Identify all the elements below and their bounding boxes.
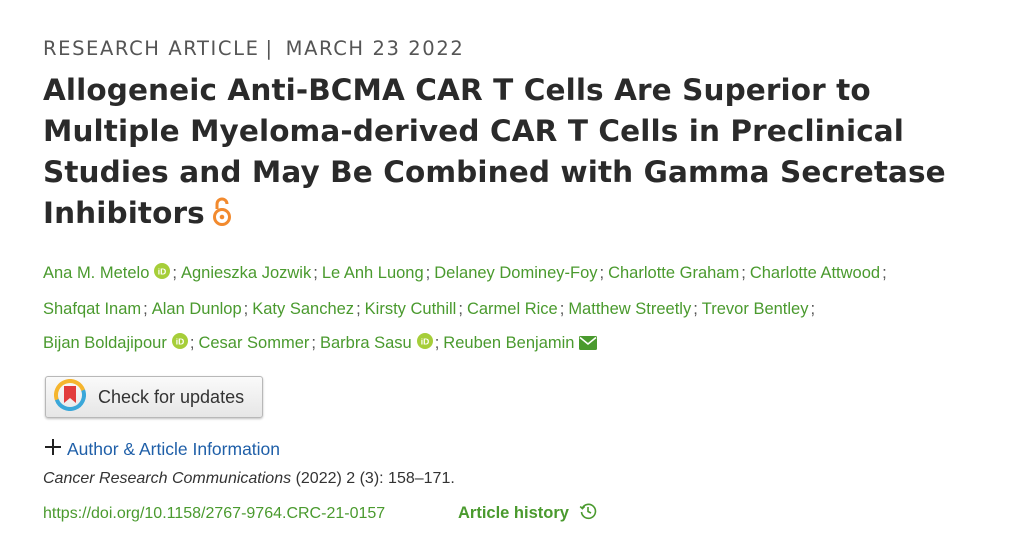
author-separator: ; xyxy=(741,264,746,282)
article-title: Allogeneic Anti-BCMA CAR T Cells Are Sup… xyxy=(43,70,1003,237)
author-link[interactable]: Cesar Sommer xyxy=(198,334,309,352)
check-for-updates-button[interactable]: Check for updates xyxy=(45,376,263,418)
author-article-info-link[interactable]: Author & Article Information xyxy=(67,439,280,460)
svg-text:iD: iD xyxy=(158,266,167,276)
author-link[interactable]: Trevor Bentley xyxy=(702,300,809,318)
author-link[interactable]: Kirsty Cuthill xyxy=(365,300,457,318)
open-access-lock-icon xyxy=(211,196,233,237)
history-clock-icon xyxy=(569,502,597,525)
orcid-icon[interactable]: iD xyxy=(154,257,171,292)
article-title-text: Allogeneic Anti-BCMA CAR T Cells Are Sup… xyxy=(43,73,946,230)
author-separator: ; xyxy=(143,299,148,318)
check-for-updates-label: Check for updates xyxy=(98,386,245,407)
author-link[interactable]: Alan Dunlop xyxy=(152,300,242,318)
article-kicker: RESEARCH ARTICLE | MARCH 23 2022 xyxy=(43,37,464,60)
author-article-info-toggle[interactable]: Author & Article Information xyxy=(43,437,280,462)
author-link[interactable]: Matthew Streetly xyxy=(568,300,691,318)
author-separator: ; xyxy=(311,334,316,352)
author-separator: ; xyxy=(434,334,440,352)
kicker-separator: | xyxy=(265,37,274,60)
author-link[interactable]: Ana M. Metelo xyxy=(43,264,149,282)
author-link[interactable]: Bijan Boldajipour xyxy=(43,334,167,352)
author-separator: ; xyxy=(810,299,816,318)
author-separator: ; xyxy=(882,264,887,282)
article-date: MARCH 23 2022 xyxy=(285,37,465,60)
journal-name: Cancer Research Communications xyxy=(43,470,292,487)
author-list: Ana M. Metelo iD; Agnieszka Jozwik; Le Anh … xyxy=(43,256,1003,363)
email-icon[interactable] xyxy=(579,328,598,363)
doi-link[interactable]: https://doi.org/10.1158/2767-9764.CRC-21… xyxy=(43,505,385,523)
author-link[interactable]: Agnieszka Jozwik xyxy=(181,264,311,282)
author-separator: ; xyxy=(243,299,249,318)
author-link[interactable]: Charlotte Attwood xyxy=(750,264,880,282)
crossmark-icon xyxy=(54,378,86,416)
author-separator: ; xyxy=(313,264,318,282)
author-separator: ; xyxy=(189,334,195,352)
article-history-button[interactable]: Article history xyxy=(458,502,597,525)
plus-icon xyxy=(43,437,63,462)
author-separator: ; xyxy=(693,299,698,318)
citation-details: (2022) 2 (3): 158–171. xyxy=(295,470,455,487)
author-separator: ; xyxy=(559,299,565,318)
author-link[interactable]: Reuben Benjamin xyxy=(443,334,574,352)
author-link[interactable]: Le Anh Luong xyxy=(322,264,424,282)
author-separator: ; xyxy=(458,299,463,318)
orcid-icon[interactable]: iD xyxy=(416,327,433,362)
author-separator: ; xyxy=(599,264,605,282)
author-link[interactable]: Delaney Dominey-Foy xyxy=(434,264,597,282)
author-link[interactable]: Carmel Rice xyxy=(467,300,558,318)
author-link[interactable]: Charlotte Graham xyxy=(608,264,739,282)
author-link[interactable]: Shafqat Inam xyxy=(43,300,141,318)
svg-text:iD: iD xyxy=(420,336,429,346)
author-link[interactable]: Barbra Sasu xyxy=(320,334,412,352)
citation: Cancer Research Communications (2022) 2 … xyxy=(43,470,455,488)
author-separator: ; xyxy=(356,299,361,318)
article-type: RESEARCH ARTICLE xyxy=(43,37,260,60)
author-separator: ; xyxy=(172,264,177,282)
author-separator: ; xyxy=(425,264,431,282)
orcid-icon[interactable]: iD xyxy=(171,327,188,362)
svg-text:iD: iD xyxy=(176,336,185,346)
author-link[interactable]: Katy Sanchez xyxy=(252,300,354,318)
article-history-label: Article history xyxy=(458,504,569,522)
